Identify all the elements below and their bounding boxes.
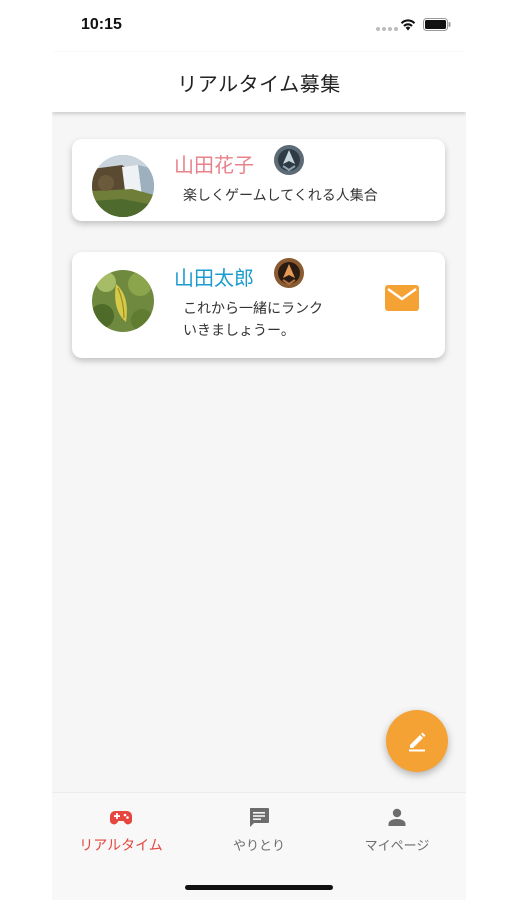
avatar[interactable]: [92, 155, 154, 217]
recruitment-list[interactable]: 山田花子 楽しくゲームしてくれる人集合 山田太郎 これから一緒にランク いきまし…: [52, 112, 466, 792]
page-title: リアルタイム募集: [177, 71, 341, 96]
message-line: これから一緒にランク: [183, 301, 323, 317]
pencil-icon: [409, 732, 426, 752]
mail-icon[interactable]: [385, 285, 419, 311]
tab-realtime[interactable]: リアルタイム: [52, 793, 190, 863]
post-message: 楽しくゲームしてくれる人集合: [183, 185, 378, 207]
post-message: これから一緒にランク いきましょうー。: [183, 298, 373, 342]
message-line: いきましょうー。: [183, 323, 295, 339]
create-post-button[interactable]: [386, 710, 448, 772]
app-bar: リアルタイム募集: [52, 52, 466, 112]
tab-label: マイページ: [364, 839, 430, 854]
tab-label: リアルタイム: [79, 838, 163, 854]
home-indicator: [185, 885, 333, 890]
user-name[interactable]: 山田花子: [174, 149, 254, 178]
tab-mypage[interactable]: マイページ: [328, 793, 466, 863]
tab-label: やりとり: [232, 839, 285, 854]
rank-emblem-icon: [274, 258, 304, 288]
phone-screen: 10:15 リアルタイム募集 山田花子 楽しくゲームしてくれる人集合 山田太郎 …: [52, 0, 466, 900]
leaf-photo: [92, 270, 154, 332]
avatar[interactable]: [92, 270, 154, 332]
gamepad-icon: [109, 811, 133, 825]
user-name[interactable]: 山田太郎: [174, 262, 254, 291]
post-card[interactable]: 山田花子 楽しくゲームしてくれる人集合: [72, 139, 445, 221]
signal-icon: [376, 27, 398, 31]
status-time: 10:15: [81, 16, 122, 33]
chat-icon: [250, 808, 269, 827]
status-bar: 10:15: [52, 0, 466, 52]
person-icon: [388, 808, 406, 826]
waterfall-photo: [92, 155, 154, 217]
battery-icon: [423, 18, 451, 31]
rank-emblem-icon: [274, 145, 304, 175]
post-card[interactable]: 山田太郎 これから一緒にランク いきましょうー。: [72, 252, 445, 358]
wifi-icon: [400, 19, 416, 31]
tab-messages[interactable]: やりとり: [190, 793, 328, 863]
bottom-navigation: リアルタイム やりとり マイページ: [52, 792, 466, 900]
message-line: 楽しくゲームしてくれる人集合: [183, 188, 378, 204]
